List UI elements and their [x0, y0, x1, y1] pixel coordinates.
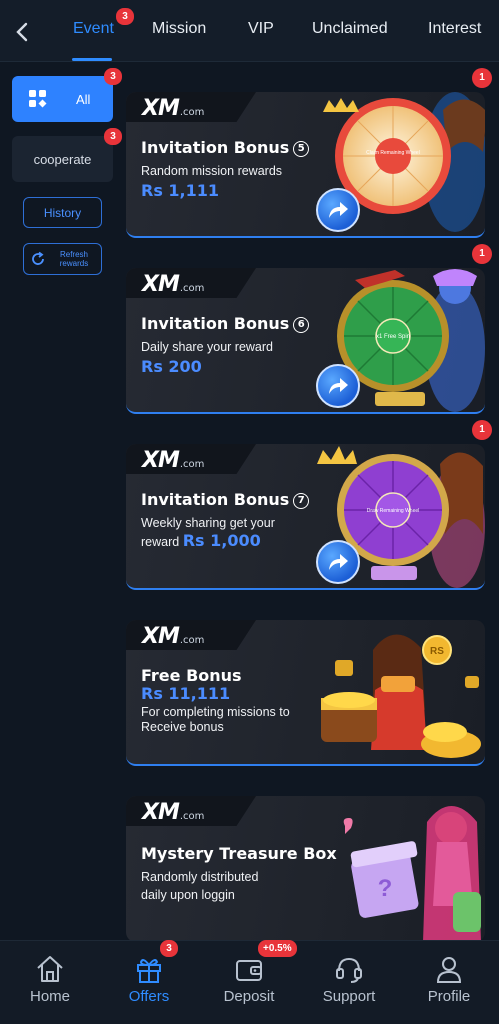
- card-notification-badge: 1: [472, 420, 492, 440]
- offer-card-mystery-treasure-box[interactable]: XM.com Mystery Treasure Box Randomly dis…: [126, 796, 485, 942]
- svg-text:Draw Remaining Wheel: Draw Remaining Wheel: [367, 508, 420, 514]
- offer-card-invitation-bonus-7[interactable]: XM.com Invitation Bonus 7 Weekly sharing …: [126, 444, 485, 590]
- tab-mission[interactable]: Mission: [152, 20, 206, 38]
- sidebar-item-all[interactable]: All: [12, 76, 113, 122]
- gift-icon: [137, 959, 161, 983]
- card-title: Invitation Bonus 7: [141, 490, 310, 509]
- chevron-left-icon: [16, 22, 28, 42]
- card-subtitle-line2: Receive bonus: [141, 720, 224, 734]
- sidebar-all-badge: 3: [104, 68, 122, 85]
- active-tab-indicator: [72, 58, 112, 61]
- nav-offers-badge: 3: [160, 940, 178, 957]
- share-arrow-icon: [329, 378, 348, 394]
- xm-logo: XM.com: [142, 96, 205, 121]
- card-title: Invitation Bonus 5: [141, 138, 310, 157]
- card-amount: Rs 200: [141, 357, 202, 376]
- share-button[interactable]: [316, 364, 360, 408]
- xm-logo: XM.com: [142, 624, 205, 649]
- svg-text:x1 Free Spin: x1 Free Spin: [376, 334, 410, 340]
- headset-icon: [336, 957, 362, 983]
- share-button[interactable]: [316, 188, 360, 232]
- nav-deposit-label: Deposit: [223, 988, 275, 1005]
- share-arrow-icon: [329, 202, 348, 218]
- card-subtitle: Daily share your reward: [141, 340, 273, 354]
- xm-logo: XM.com: [142, 272, 205, 297]
- share-button[interactable]: [316, 540, 360, 584]
- treasure-coins-illustration: RS: [321, 634, 481, 758]
- mystery-box-illustration: ?: [343, 806, 481, 942]
- refresh-rewards-label: Refresh rewards: [59, 250, 89, 268]
- nav-profile-label: Profile: [427, 988, 471, 1005]
- grid-icon: [29, 90, 47, 108]
- top-tab-bar: Event 3 Mission VIP Unclaimed Interest: [0, 0, 499, 62]
- svg-text:Claim Remaining Wheel: Claim Remaining Wheel: [366, 150, 420, 156]
- card-subtitle: For completing missions to: [141, 705, 290, 719]
- card-title: Free Bonus: [141, 666, 242, 685]
- tab-event-badge: 3: [116, 8, 134, 25]
- card-notification-badge: 1: [472, 244, 492, 264]
- share-arrow-icon: [329, 554, 348, 570]
- tab-vip[interactable]: VIP: [248, 20, 274, 38]
- refresh-icon: [32, 251, 44, 265]
- xm-logo: XM.com: [142, 800, 205, 825]
- sidebar-cooperate-badge: 3: [104, 128, 122, 145]
- svg-text:?: ?: [378, 875, 393, 902]
- nav-offers[interactable]: Offers: [99, 941, 199, 1024]
- history-button[interactable]: History: [23, 197, 102, 228]
- nav-home-label: Home: [29, 988, 70, 1005]
- card-subtitle: Weekly sharing get your: [141, 516, 275, 530]
- card-subtitle-line2: daily upon loggin: [141, 888, 235, 902]
- xm-logo: XM.com: [142, 448, 205, 473]
- home-icon: [37, 956, 63, 982]
- offer-card-invitation-bonus-6[interactable]: XM.com Invitation Bonus 6 Daily share you…: [126, 268, 485, 414]
- nav-support-label: Support: [322, 988, 376, 1005]
- tab-unclaimed[interactable]: Unclaimed: [312, 20, 388, 38]
- card-amount: Rs 11,111: [141, 684, 231, 703]
- sidebar-item-cooperate[interactable]: cooperate: [12, 136, 113, 182]
- card-notification-badge: 1: [472, 68, 492, 88]
- card-title: Invitation Bonus 6: [141, 314, 310, 333]
- nav-deposit-bonus-badge: +0.5%: [258, 940, 297, 957]
- nav-offers-label: Offers: [128, 988, 170, 1005]
- user-icon: [436, 957, 462, 983]
- offer-card-free-bonus[interactable]: XM.com Free Bonus Rs 11,111 For completi…: [126, 620, 485, 766]
- card-subtitle-line2: reward Rs 1,000: [141, 531, 261, 550]
- card-amount: Rs 1,111: [141, 181, 220, 200]
- offer-card-invitation-bonus-5[interactable]: XM.com Invitation Bonus 5 Random mission …: [126, 92, 485, 238]
- sidebar-item-all-label: All: [76, 91, 91, 107]
- wallet-icon: [236, 960, 262, 981]
- card-subtitle: Random mission rewards: [141, 164, 283, 178]
- nav-support[interactable]: Support: [299, 941, 399, 1024]
- history-label: History: [43, 205, 82, 220]
- bottom-navigation: Home Offers Deposit Support Profile: [0, 940, 499, 1024]
- nav-home[interactable]: Home: [0, 941, 100, 1024]
- card-title: Mystery Treasure Box: [141, 844, 337, 863]
- svg-text:RS: RS: [430, 646, 444, 657]
- back-button[interactable]: [10, 18, 34, 46]
- tab-event[interactable]: Event: [73, 20, 114, 38]
- tab-interest[interactable]: Interest: [428, 20, 481, 38]
- nav-profile[interactable]: Profile: [399, 941, 499, 1024]
- refresh-rewards-button[interactable]: Refresh rewards: [23, 243, 102, 275]
- sidebar-item-cooperate-label: cooperate: [33, 151, 92, 167]
- card-subtitle: Randomly distributed: [141, 870, 259, 884]
